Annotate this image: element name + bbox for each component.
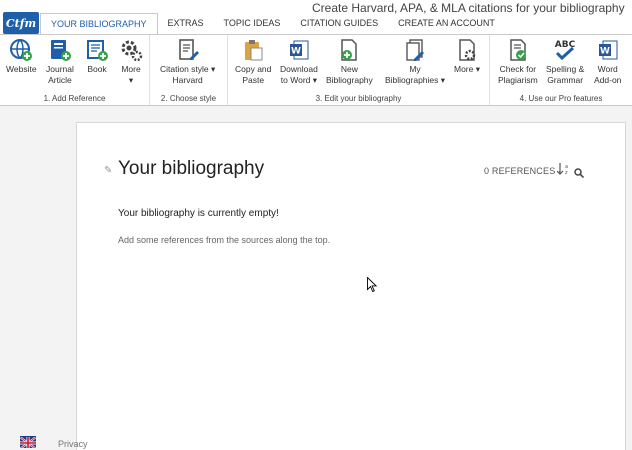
journal-add-icon <box>47 37 73 63</box>
journal-article-button[interactable]: Journal Article <box>46 37 74 86</box>
word-addon-button[interactable]: W Word Add-on <box>594 37 621 86</box>
group-edit-bibliography: Copy and Paste W Download to Word ▾ New … <box>228 35 490 105</box>
document-gear-icon <box>454 37 480 63</box>
book-add-icon <box>84 37 110 63</box>
more-edit-label: More ▾ <box>454 64 480 74</box>
spelling-grammar-label: Spelling & Grammar <box>546 64 585 85</box>
journal-article-label: Journal Article <box>46 64 74 85</box>
website-button[interactable]: Website <box>6 37 37 75</box>
check-plagiarism-label: Check for Plagiarism <box>498 64 538 85</box>
tab-your-bibliography[interactable]: YOUR BIBLIOGRAPHY <box>40 13 158 34</box>
group-label-add-reference: 1. Add Reference <box>43 94 106 103</box>
tab-create-account[interactable]: CREATE AN ACCOUNT <box>388 13 505 34</box>
main-tabs: YOUR BIBLIOGRAPHY EXTRAS TOPIC IDEAS CIT… <box>40 13 505 34</box>
group-label-choose-style: 2. Choose style <box>160 94 217 103</box>
documents-pencil-icon <box>402 37 428 63</box>
download-word-label: Download to Word ▾ <box>280 64 318 85</box>
group-choose-style: Citation style ▾ Harvard 2. Choose style <box>150 35 228 105</box>
word-addon-label: Word Add-on <box>594 64 622 85</box>
check-plagiarism-button[interactable]: Check for Plagiarism <box>498 37 538 86</box>
tab-extras[interactable]: EXTRAS <box>158 13 214 34</box>
copy-paste-label: Copy and Paste <box>235 64 272 85</box>
citation-style-label: Citation style ▾ Harvard <box>160 64 216 85</box>
title-bar: Ctfm Create Harvard, APA, & MLA citation… <box>0 0 632 34</box>
edit-title-pencil-icon[interactable]: ✎ <box>104 165 112 176</box>
empty-message: Your bibliography is currently empty! <box>118 208 279 219</box>
book-button[interactable]: Book <box>84 37 110 75</box>
svg-text:z: z <box>565 170 568 175</box>
citation-style-button[interactable]: Citation style ▾ Harvard <box>160 37 215 86</box>
new-bibliography-label: New Bibliography <box>326 64 373 85</box>
mouse-cursor-icon <box>367 276 378 297</box>
more-sources-button[interactable]: More ▾ <box>118 37 144 86</box>
search-icon[interactable] <box>574 165 585 183</box>
new-document-icon <box>336 37 362 63</box>
group-add-reference: Website Journal Article Book More ▾ 1. A… <box>0 35 150 105</box>
group-label-pro-features: 4. Use our Pro features <box>519 94 603 103</box>
book-label: Book <box>87 64 107 74</box>
my-bibliographies-button[interactable]: My Bibliographies ▾ <box>385 37 445 86</box>
spelling-grammar-button[interactable]: ABC Spelling & Grammar <box>546 37 584 86</box>
my-bibliographies-label: My Bibliographies ▾ <box>385 64 446 85</box>
website-label: Website <box>6 64 37 74</box>
svg-text:W: W <box>600 47 610 57</box>
app-logo[interactable]: Ctfm <box>3 12 39 34</box>
new-bibliography-button[interactable]: New Bibliography <box>326 37 373 86</box>
more-sources-label: More ▾ <box>121 64 141 85</box>
globe-add-icon <box>8 37 34 63</box>
bibliography-title[interactable]: Your bibliography <box>118 158 264 180</box>
group-label-edit-bibliography: 3. Edit your bibliography <box>315 94 402 103</box>
clipboard-icon <box>240 37 266 63</box>
empty-hint: Add some references from the sources alo… <box>118 235 331 245</box>
ribbon-toolbar: Website Journal Article Book More ▾ 1. A… <box>0 34 632 106</box>
document-pencil-icon <box>175 37 201 63</box>
abc-check-icon: ABC <box>552 37 578 63</box>
download-word-button[interactable]: W Download to Word ▾ <box>280 37 318 86</box>
word-icon: W <box>286 37 312 63</box>
sort-icon[interactable]: az <box>556 163 571 178</box>
tab-citation-guides[interactable]: CITATION GUIDES <box>290 13 388 34</box>
tab-topic-ideas[interactable]: TOPIC IDEAS <box>214 13 291 34</box>
uk-flag-icon[interactable] <box>20 436 36 448</box>
reference-count: 0 REFERENCES · <box>484 166 562 176</box>
copy-paste-button[interactable]: Copy and Paste <box>235 37 271 86</box>
group-pro-features: Check for Plagiarism ABC Spelling & Gram… <box>490 35 632 105</box>
gears-icon <box>118 37 144 63</box>
svg-text:W: W <box>291 47 301 57</box>
more-edit-button[interactable]: More ▾ <box>454 37 480 75</box>
plagiarism-check-icon <box>505 37 531 63</box>
privacy-link[interactable]: Privacy <box>58 439 88 449</box>
word-addon-icon: W <box>595 37 621 63</box>
